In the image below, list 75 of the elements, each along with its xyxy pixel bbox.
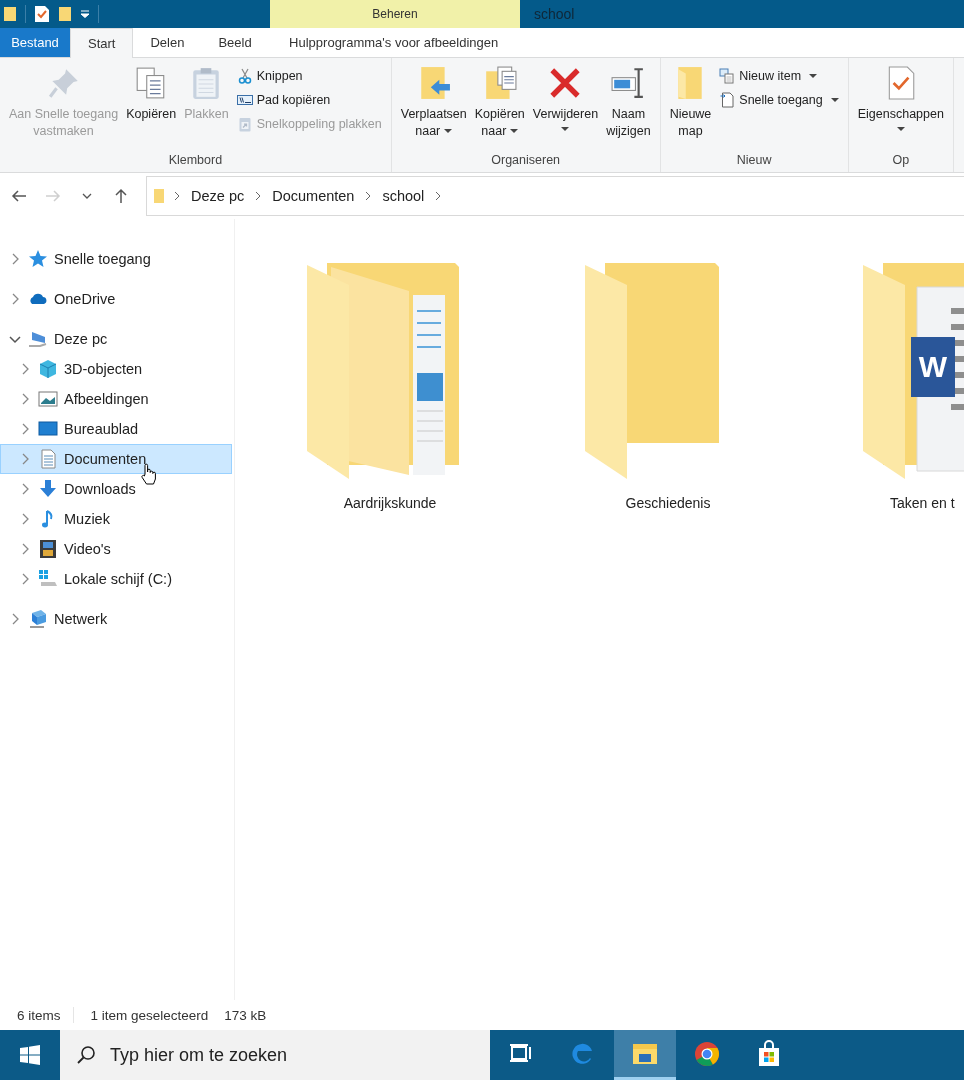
tree-item[interactable]: Lokale schijf (C:) bbox=[0, 564, 232, 594]
window-panes-icon bbox=[20, 1045, 40, 1065]
tree-item[interactable]: Bureaublad bbox=[0, 414, 232, 444]
ribbon-button[interactable]: Eigenschappen bbox=[854, 64, 947, 134]
folder-name[interactable]: Taken en t bbox=[890, 495, 955, 511]
group-label: Organiseren bbox=[490, 153, 562, 169]
ribbon-button[interactable]: Nieuw item bbox=[716, 66, 842, 86]
tree-item[interactable]: Video's bbox=[0, 534, 232, 564]
ribbon-button[interactable]: Kopiëren naar bbox=[471, 64, 528, 142]
tree-item[interactable]: Muziek bbox=[0, 504, 232, 534]
tree-item[interactable]: Downloads bbox=[0, 474, 232, 504]
chevron-right-icon[interactable] bbox=[254, 191, 263, 201]
ribbon-tab[interactable]: Start bbox=[70, 28, 134, 58]
properties-icon[interactable] bbox=[34, 5, 50, 23]
ribbon-tab[interactable]: Bestand bbox=[0, 28, 70, 57]
ribbon-button[interactable]: Nieuwe map bbox=[666, 64, 715, 142]
tree-item[interactable]: Deze pc bbox=[0, 324, 232, 354]
folder-icon[interactable] bbox=[3, 6, 17, 22]
breadcrumb[interactable]: school bbox=[380, 186, 427, 206]
network-icon bbox=[28, 609, 48, 629]
ribbon-button[interactable]: Verwijderen bbox=[529, 64, 602, 134]
tree-item[interactable]: 3D-objecten bbox=[0, 354, 232, 384]
taskbar-app[interactable] bbox=[614, 1030, 676, 1080]
tree-item[interactable]: Documenten bbox=[0, 444, 232, 474]
hand-cursor-icon bbox=[141, 463, 157, 485]
tree-item[interactable]: Afbeeldingen bbox=[0, 384, 232, 414]
cube-icon bbox=[38, 359, 58, 379]
search-field[interactable]: Typ hier om te zoeken bbox=[108, 1043, 452, 1067]
search-bar[interactable]: Typ hier om te zoeken bbox=[60, 1030, 490, 1080]
ribbon-tab[interactable]: Hulpprogramma's voor afbeeldingen bbox=[268, 28, 519, 57]
star-icon bbox=[28, 249, 48, 269]
caret-icon[interactable] bbox=[80, 10, 90, 18]
folder-name[interactable]: Aardrijkskunde bbox=[343, 495, 437, 511]
chevron-right-icon[interactable] bbox=[434, 191, 443, 201]
new-item-icon bbox=[719, 68, 736, 84]
ribbon-button[interactable]: Kopiëren bbox=[123, 64, 180, 125]
tree-item[interactable]: Netwerk bbox=[0, 604, 232, 634]
item-count: 6 items bbox=[16, 1007, 62, 1023]
ribbon-button[interactable]: Knippen bbox=[233, 66, 385, 86]
group-label: Op bbox=[891, 153, 911, 169]
ribbon-button[interactable]: Naam wijzigen bbox=[603, 64, 654, 142]
group-label: Nieuw bbox=[735, 153, 773, 169]
path-icon bbox=[236, 92, 253, 108]
chevron-right-icon[interactable] bbox=[173, 191, 181, 201]
rename-icon bbox=[611, 66, 646, 100]
folder-icon[interactable] bbox=[58, 6, 72, 22]
ribbon-tab[interactable]: Beeld bbox=[201, 28, 269, 57]
film-icon bbox=[38, 539, 58, 559]
ribbon-button[interactable]: Snelle toegang bbox=[716, 90, 842, 110]
folder-icon bbox=[153, 188, 165, 204]
group-label: Klembord bbox=[167, 153, 224, 169]
document-icon bbox=[719, 92, 736, 108]
document-icon bbox=[38, 449, 58, 469]
selection-info: 1 item geselecteerd bbox=[89, 1007, 210, 1023]
picture-icon bbox=[38, 389, 58, 409]
download-icon bbox=[38, 479, 58, 499]
desktop-icon bbox=[38, 419, 58, 439]
scissors-icon bbox=[236, 68, 253, 84]
breadcrumb[interactable]: Documenten bbox=[270, 186, 357, 206]
drive-icon bbox=[38, 569, 58, 589]
ribbon-button[interactable]: Pad kopiëren bbox=[233, 90, 385, 110]
contextual-tab-header: Beheren bbox=[270, 0, 520, 28]
breadcrumb[interactable]: Deze pc bbox=[189, 186, 247, 206]
computer-icon bbox=[28, 329, 48, 349]
chevron-right-icon[interactable] bbox=[364, 191, 373, 201]
address-bar[interactable]: Deze pc Documenten school bbox=[146, 176, 964, 216]
browser-icon bbox=[693, 1039, 721, 1068]
selection-size: 173 kB bbox=[223, 1007, 268, 1023]
window-title: school bbox=[533, 5, 575, 24]
tree-item[interactable]: Snelle toegang bbox=[0, 244, 232, 274]
folder-name[interactable]: Geschiedenis bbox=[625, 495, 711, 511]
ribbon-tab[interactable]: Delen bbox=[133, 28, 202, 57]
search-icon bbox=[76, 1045, 96, 1065]
ribbon-button[interactable]: Verplaatsen naar bbox=[397, 64, 470, 142]
tree-item[interactable]: OneDrive bbox=[0, 284, 232, 314]
